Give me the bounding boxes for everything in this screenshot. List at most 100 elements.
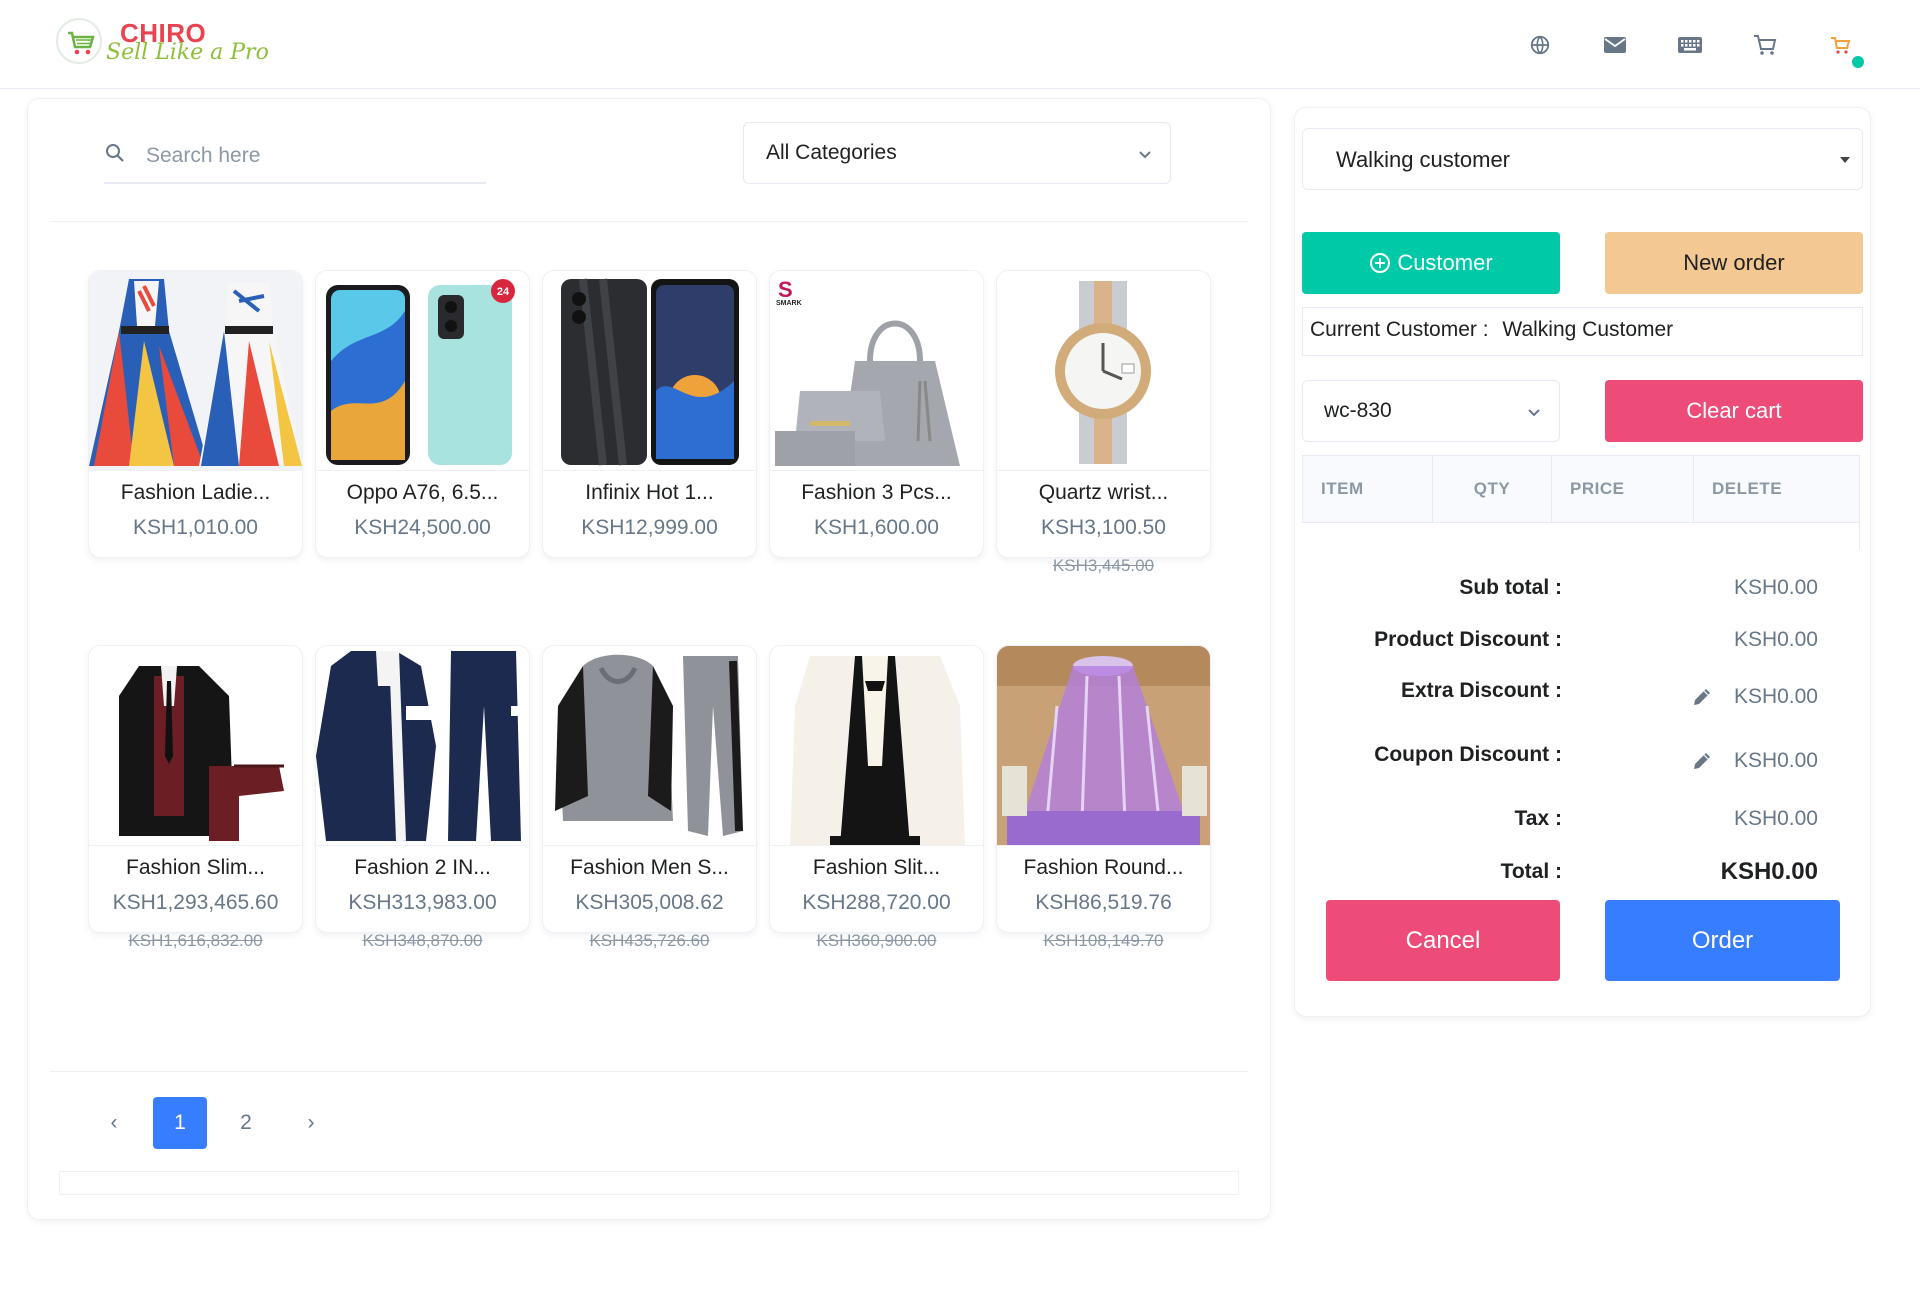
svg-text:24: 24	[497, 286, 510, 298]
category-select[interactable]: All Categories	[743, 122, 1171, 184]
brand-tagline: Sell Like a Pro	[106, 40, 269, 65]
column-price: PRICE	[1552, 456, 1694, 522]
pagination-prev[interactable]: ‹	[92, 1097, 136, 1149]
product-old-price: KSH1,616,832.00	[128, 931, 263, 950]
total-value: KSH0.00	[1720, 858, 1818, 885]
product-name: Quartz wrist...	[1038, 481, 1169, 504]
caret-down-icon	[1840, 157, 1850, 163]
product-image-handbag: S SMARK	[770, 271, 983, 471]
product-price: KSH1,600.00	[814, 516, 939, 539]
brand-logo[interactable]: CHIRO Sell Like a Pro	[56, 18, 269, 70]
chevron-down-icon	[1139, 151, 1151, 159]
chevron-down-icon	[1528, 409, 1540, 417]
product-price: KSH24,500.00	[354, 516, 491, 539]
product-price: KSH1,293,465.60	[112, 891, 279, 914]
order-button[interactable]: Order	[1605, 900, 1840, 981]
product-card[interactable]: Fashion Round... KSH86,519.76 KSH108,149…	[996, 645, 1211, 950]
panel-divider	[50, 221, 1248, 222]
subtotal-value: KSH0.00	[1733, 576, 1818, 599]
product-name: Fashion Slim...	[126, 856, 265, 879]
cart-icon[interactable]	[1750, 30, 1780, 60]
order-select[interactable]: wc-830	[1302, 380, 1560, 442]
online-status-dot	[1852, 56, 1864, 68]
column-item: ITEM	[1303, 456, 1433, 522]
clear-cart-button[interactable]: Clear cart	[1605, 380, 1863, 442]
product-search[interactable]	[104, 128, 486, 184]
product-image-mosquito-net	[997, 646, 1210, 846]
current-customer-label: Current Customer :	[1310, 318, 1489, 341]
product-discount-label: Product Discount :	[1374, 628, 1562, 651]
globe-icon[interactable]	[1525, 30, 1555, 60]
top-header: CHIRO Sell Like a Pro	[0, 0, 1920, 89]
profile-icon[interactable]	[1825, 30, 1855, 60]
current-customer-value: Walking Customer	[1502, 318, 1674, 341]
current-customer: Current Customer : Walking Customer	[1302, 307, 1863, 356]
new-order-button[interactable]: New order	[1605, 232, 1863, 294]
add-customer-button[interactable]: Customer	[1302, 232, 1560, 294]
column-delete: DELETE	[1712, 479, 1783, 498]
product-image-phone: 24	[316, 271, 529, 471]
logo-cart-icon	[56, 18, 102, 64]
product-image-tuxedo	[770, 646, 983, 846]
product-card[interactable]: Fashion Ladie... KSH1,010.00	[88, 270, 303, 558]
product-name: Fashion Round...	[1023, 856, 1184, 879]
product-price: KSH12,999.00	[581, 516, 718, 539]
product-card[interactable]: Fashion Slit... KSH288,720.00 KSH360,900…	[769, 645, 984, 950]
product-old-price: KSH3,445.00	[1052, 556, 1155, 575]
product-price: KSH305,008.62	[575, 891, 724, 914]
pagination-next[interactable]: ›	[289, 1097, 333, 1149]
coupon-discount-label: Coupon Discount :	[1374, 743, 1562, 766]
column-qty: QTY	[1433, 456, 1552, 522]
product-card[interactable]: Fashion 2 IN... KSH313,983.00 KSH348,870…	[315, 645, 530, 950]
product-card[interactable]: S SMARK Fashion 3 Pcs... KSH1,600.00	[769, 270, 984, 558]
product-card[interactable]: Fashion Men S... KSH305,008.62 KSH435,72…	[542, 645, 757, 950]
product-name: Fashion 2 IN...	[354, 856, 491, 879]
plus-circle-icon	[1370, 253, 1391, 273]
product-image-phone	[543, 271, 756, 471]
product-card[interactable]: Quartz wrist... KSH3,100.50 KSH3,445.00	[996, 270, 1211, 575]
product-price: KSH1,010.00	[133, 516, 258, 539]
tax-label: Tax :	[1514, 807, 1562, 830]
mail-icon[interactable]	[1600, 30, 1630, 60]
pagination-page-2[interactable]: 2	[219, 1097, 273, 1149]
product-price: KSH86,519.76	[1035, 891, 1172, 914]
product-old-price: KSH348,870.00	[362, 931, 483, 950]
product-image-dress	[89, 271, 302, 471]
cart-table-header: ITEM QTY PRICE DELETE	[1302, 455, 1860, 523]
pagination-page-1[interactable]: 1	[153, 1097, 207, 1149]
product-price: KSH3,100.50	[1041, 516, 1166, 539]
product-card[interactable]: Infinix Hot 1... KSH12,999.00	[542, 270, 757, 558]
product-name: Fashion 3 Pcs...	[801, 481, 952, 504]
product-old-price: KSH435,726.60	[589, 931, 710, 950]
pagination-divider	[50, 1071, 1248, 1072]
customer-select[interactable]: Walking customer	[1302, 128, 1863, 190]
keyboard-icon[interactable]	[1675, 30, 1705, 60]
coupon-discount-value: KSH0.00	[1733, 749, 1818, 772]
product-card[interactable]: Fashion Slim... KSH1,293,465.60 KSH1,616…	[88, 645, 303, 950]
svg-text:SMARK: SMARK	[776, 300, 802, 307]
cart-table-body	[1302, 523, 1860, 549]
product-price: KSH313,983.00	[348, 891, 497, 914]
cancel-button[interactable]: Cancel	[1326, 900, 1560, 981]
product-image-tracksuit	[316, 646, 529, 846]
product-image-suit	[89, 646, 302, 846]
total-label: Total :	[1500, 860, 1562, 883]
panel-footer-bar	[59, 1171, 1239, 1195]
product-name: Fashion Slit...	[812, 856, 941, 879]
add-customer-label: Customer	[1397, 250, 1493, 275]
tax-value: KSH0.00	[1733, 807, 1818, 830]
extra-discount-value: KSH0.00	[1733, 685, 1818, 708]
search-input[interactable]	[144, 136, 474, 176]
extra-discount-label: Extra Discount :	[1400, 679, 1562, 702]
search-icon	[106, 144, 124, 162]
order-select-value: wc-830	[1324, 399, 1392, 422]
product-price: KSH288,720.00	[802, 891, 951, 914]
product-card[interactable]: 24 Oppo A76, 6.5... KSH24,500.00	[315, 270, 530, 558]
product-name: Fashion Men S...	[570, 856, 729, 879]
product-old-price: KSH108,149.70	[1043, 931, 1164, 950]
product-name: Oppo A76, 6.5...	[346, 481, 499, 504]
product-name: Infinix Hot 1...	[585, 481, 714, 504]
product-old-price: KSH360,900.00	[816, 931, 937, 950]
product-name: Fashion Ladie...	[120, 481, 271, 504]
subtotal-label: Sub total :	[1459, 576, 1562, 599]
